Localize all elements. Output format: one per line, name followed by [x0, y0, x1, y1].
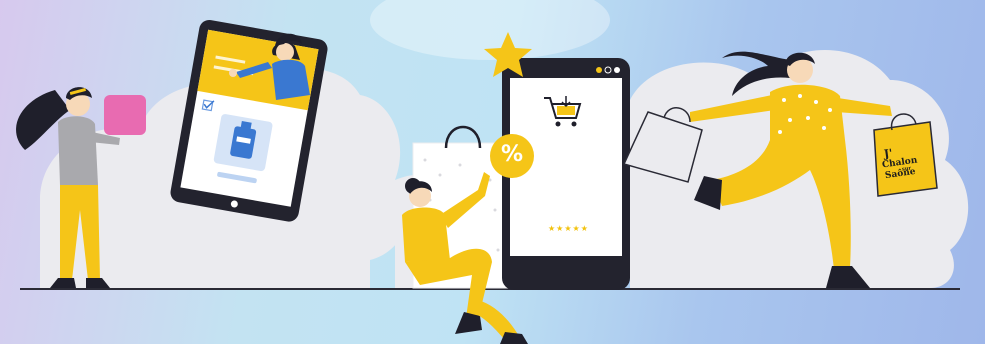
- phone-rating-stars: ★★★★★: [548, 224, 589, 233]
- pink-box: [104, 95, 146, 135]
- scene-artwork: [16, 0, 969, 344]
- percent-symbol: %: [500, 142, 524, 167]
- illustration-scene: % ★★★★★ J' Chalon sur Saône: [0, 0, 985, 344]
